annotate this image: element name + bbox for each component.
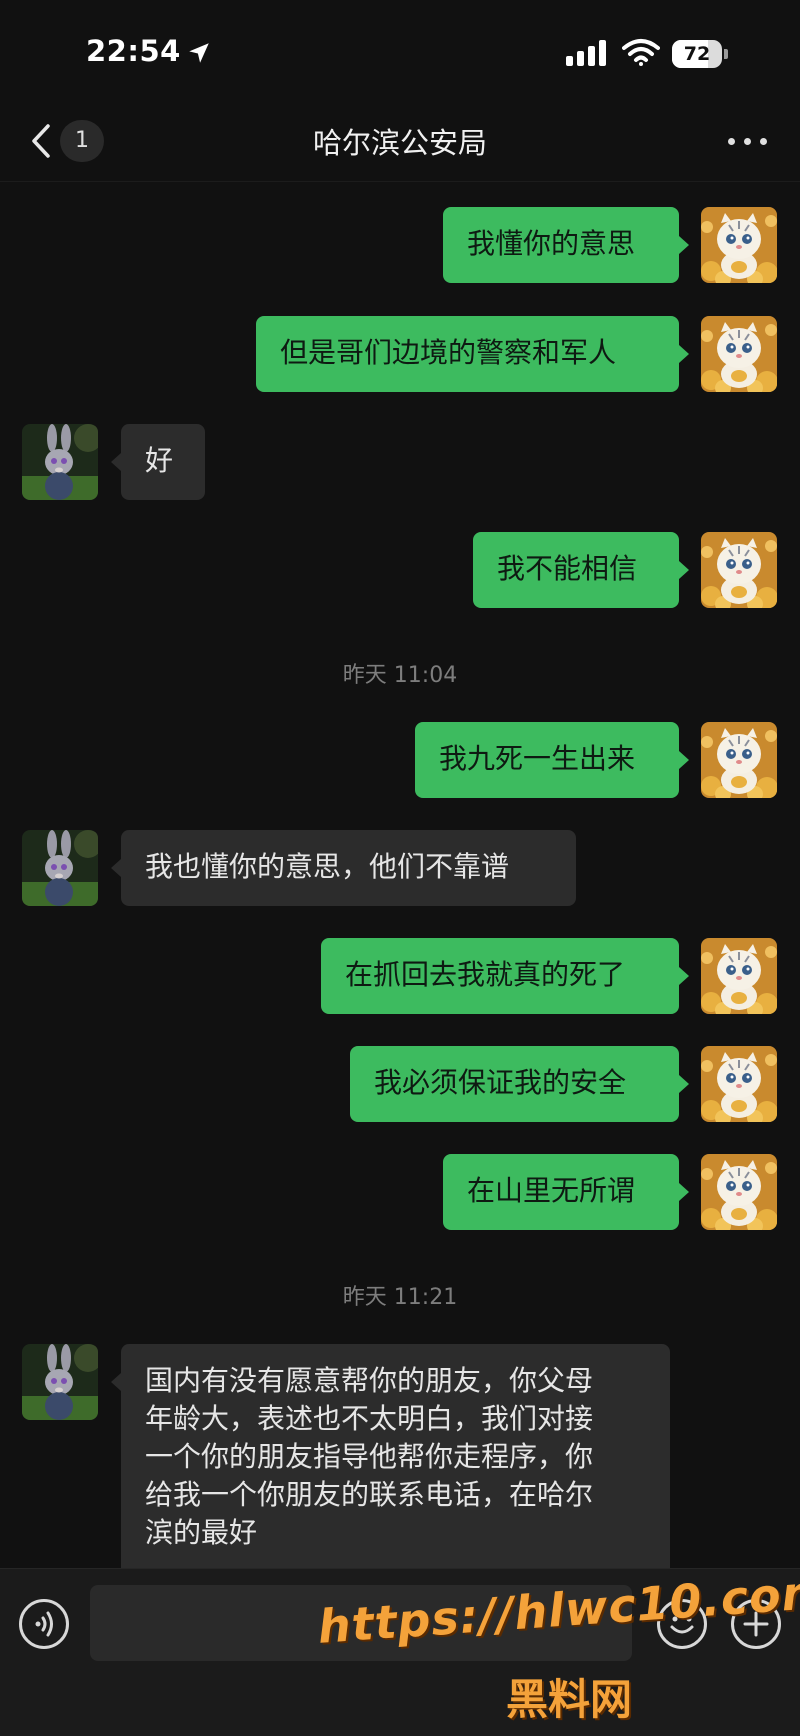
my-avatar[interactable] (701, 1154, 777, 1230)
location-arrow-icon (189, 43, 209, 63)
bubble-tail (679, 1075, 689, 1093)
status-bar: 22:54 72 (0, 0, 800, 100)
bubble-tail (679, 236, 689, 254)
battery-percent: 72 (683, 43, 711, 65)
chat-title: 哈尔滨公安局 (312, 126, 487, 160)
bubble-tail (679, 345, 689, 363)
message-timestamp: 昨天 11:21 (342, 1285, 458, 1310)
signal-icon (566, 40, 606, 66)
unread-count-badge[interactable]: 1 (60, 120, 104, 162)
bubble-tail (111, 859, 121, 877)
bubble-tail (679, 561, 689, 579)
bubble-tail (111, 1373, 121, 1391)
message-bubble[interactable]: 但是哥们边境的警察和军人 (256, 316, 679, 392)
my-avatar[interactable] (701, 316, 777, 392)
watermark: https://hlwc10.com 黑料网 (316, 1564, 800, 1736)
my-avatar[interactable] (701, 207, 777, 283)
my-avatar[interactable] (701, 938, 777, 1014)
bubble-tail (679, 967, 689, 985)
message-bubble[interactable]: 我也懂你的意思，他们不靠谱 (121, 830, 576, 906)
contact-avatar[interactable] (22, 424, 98, 500)
my-avatar[interactable] (701, 532, 777, 608)
back-chevron-icon[interactable] (28, 122, 54, 160)
watermark-site-name: 黑料网 (506, 1675, 633, 1724)
message-bubble[interactable]: 国内有没有愿意帮你的朋友，你父母 年龄大，表述也不太明白，我们对接 一个你的朋友… (121, 1344, 670, 1576)
message-bubble[interactable]: 在抓回去我就真的死了 (321, 938, 679, 1014)
chat-header: 1 哈尔滨公安局 (0, 100, 800, 182)
voice-icon[interactable] (19, 1599, 69, 1649)
battery-icon: 72 (672, 40, 728, 68)
message-bubble[interactable]: 好 (121, 424, 205, 500)
message-bubble[interactable]: 我懂你的意思 (443, 207, 679, 283)
bubble-tail (111, 453, 121, 471)
contact-avatar[interactable] (22, 830, 98, 906)
my-avatar[interactable] (701, 722, 777, 798)
message-bubble[interactable]: 我九死一生出来 (415, 722, 679, 798)
bubble-tail (679, 1183, 689, 1201)
my-avatar[interactable] (701, 1046, 777, 1122)
message-timestamp: 昨天 11:04 (342, 663, 458, 688)
bubble-tail (679, 751, 689, 769)
message-bubble[interactable]: 在山里无所谓 (443, 1154, 679, 1230)
contact-avatar[interactable] (22, 1344, 98, 1420)
more-dots-icon[interactable] (728, 138, 768, 148)
message-bubble[interactable]: 我必须保证我的安全 (350, 1046, 679, 1122)
message-bubble[interactable]: 我不能相信 (473, 532, 679, 608)
status-time: 22:54 (86, 34, 181, 68)
wifi-icon (622, 39, 660, 66)
